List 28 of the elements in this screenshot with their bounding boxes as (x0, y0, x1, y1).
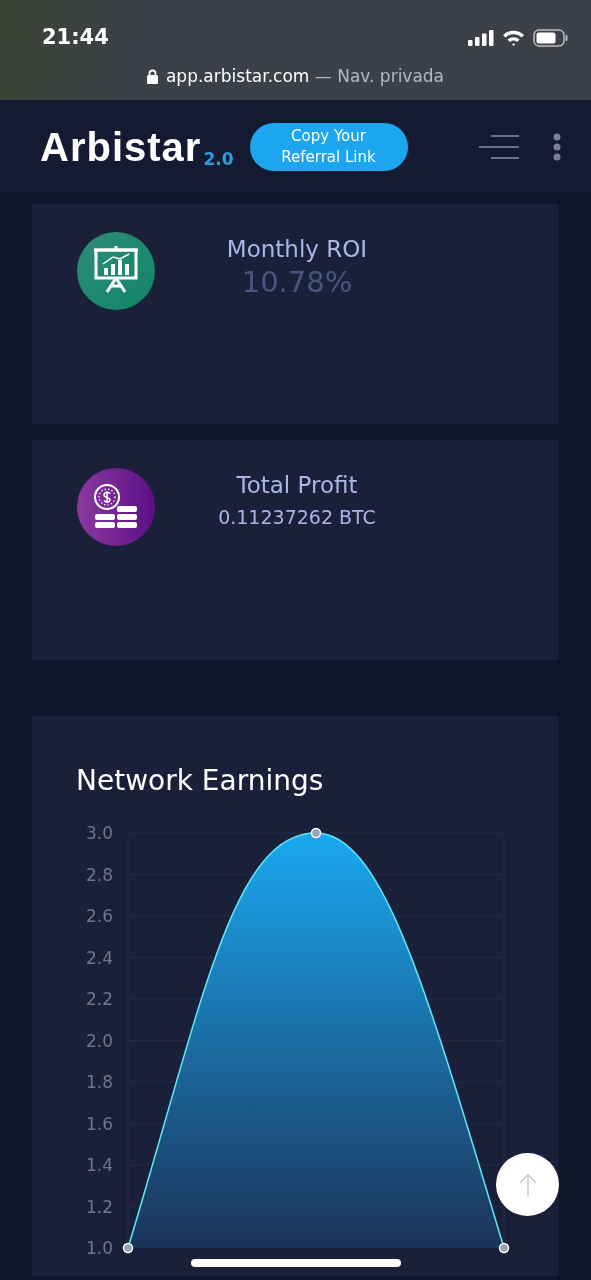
stat-value: 10.78% (241, 266, 353, 299)
more-options-icon[interactable] (553, 132, 561, 161)
battery-icon (533, 28, 569, 47)
menu-icon[interactable] (479, 133, 521, 160)
axis-tick-label: 1.2 (85, 1196, 113, 1217)
stat-title: Total Profit (236, 471, 358, 500)
axis-tick-label: 2.2 (85, 989, 113, 1009)
signal-icon (468, 29, 494, 46)
axis-tick-label: 1.0 (85, 1238, 113, 1258)
axis-tick-label: 2.0 (85, 1030, 113, 1051)
data-point (498, 1242, 510, 1254)
clock-time: 21:44 (41, 24, 109, 51)
axis-tick-label: 2.6 (85, 906, 113, 926)
arrow-up-icon (517, 1172, 538, 1197)
axis-tick-label: 2.4 (85, 947, 113, 968)
wifi-icon (502, 29, 525, 47)
stat-value: 0.11237262 BTC (218, 504, 376, 530)
axis-tick-label: 1.8 (85, 1072, 113, 1092)
data-point (310, 827, 322, 839)
lock-icon (146, 68, 158, 84)
axis-tick-label: 2.8 (85, 864, 113, 885)
chart-title: Network Earnings (75, 763, 325, 799)
axis-tick-label: 3.0 (85, 823, 113, 843)
axis-tick-label: 1.4 (85, 1155, 113, 1175)
address-bar-url[interactable]: app.arbistar.com — Nav. privada (165, 63, 445, 89)
axis-tick-label: 1.6 (85, 1113, 113, 1134)
data-point (122, 1242, 134, 1254)
stat-title: Monthly ROI (226, 235, 368, 264)
